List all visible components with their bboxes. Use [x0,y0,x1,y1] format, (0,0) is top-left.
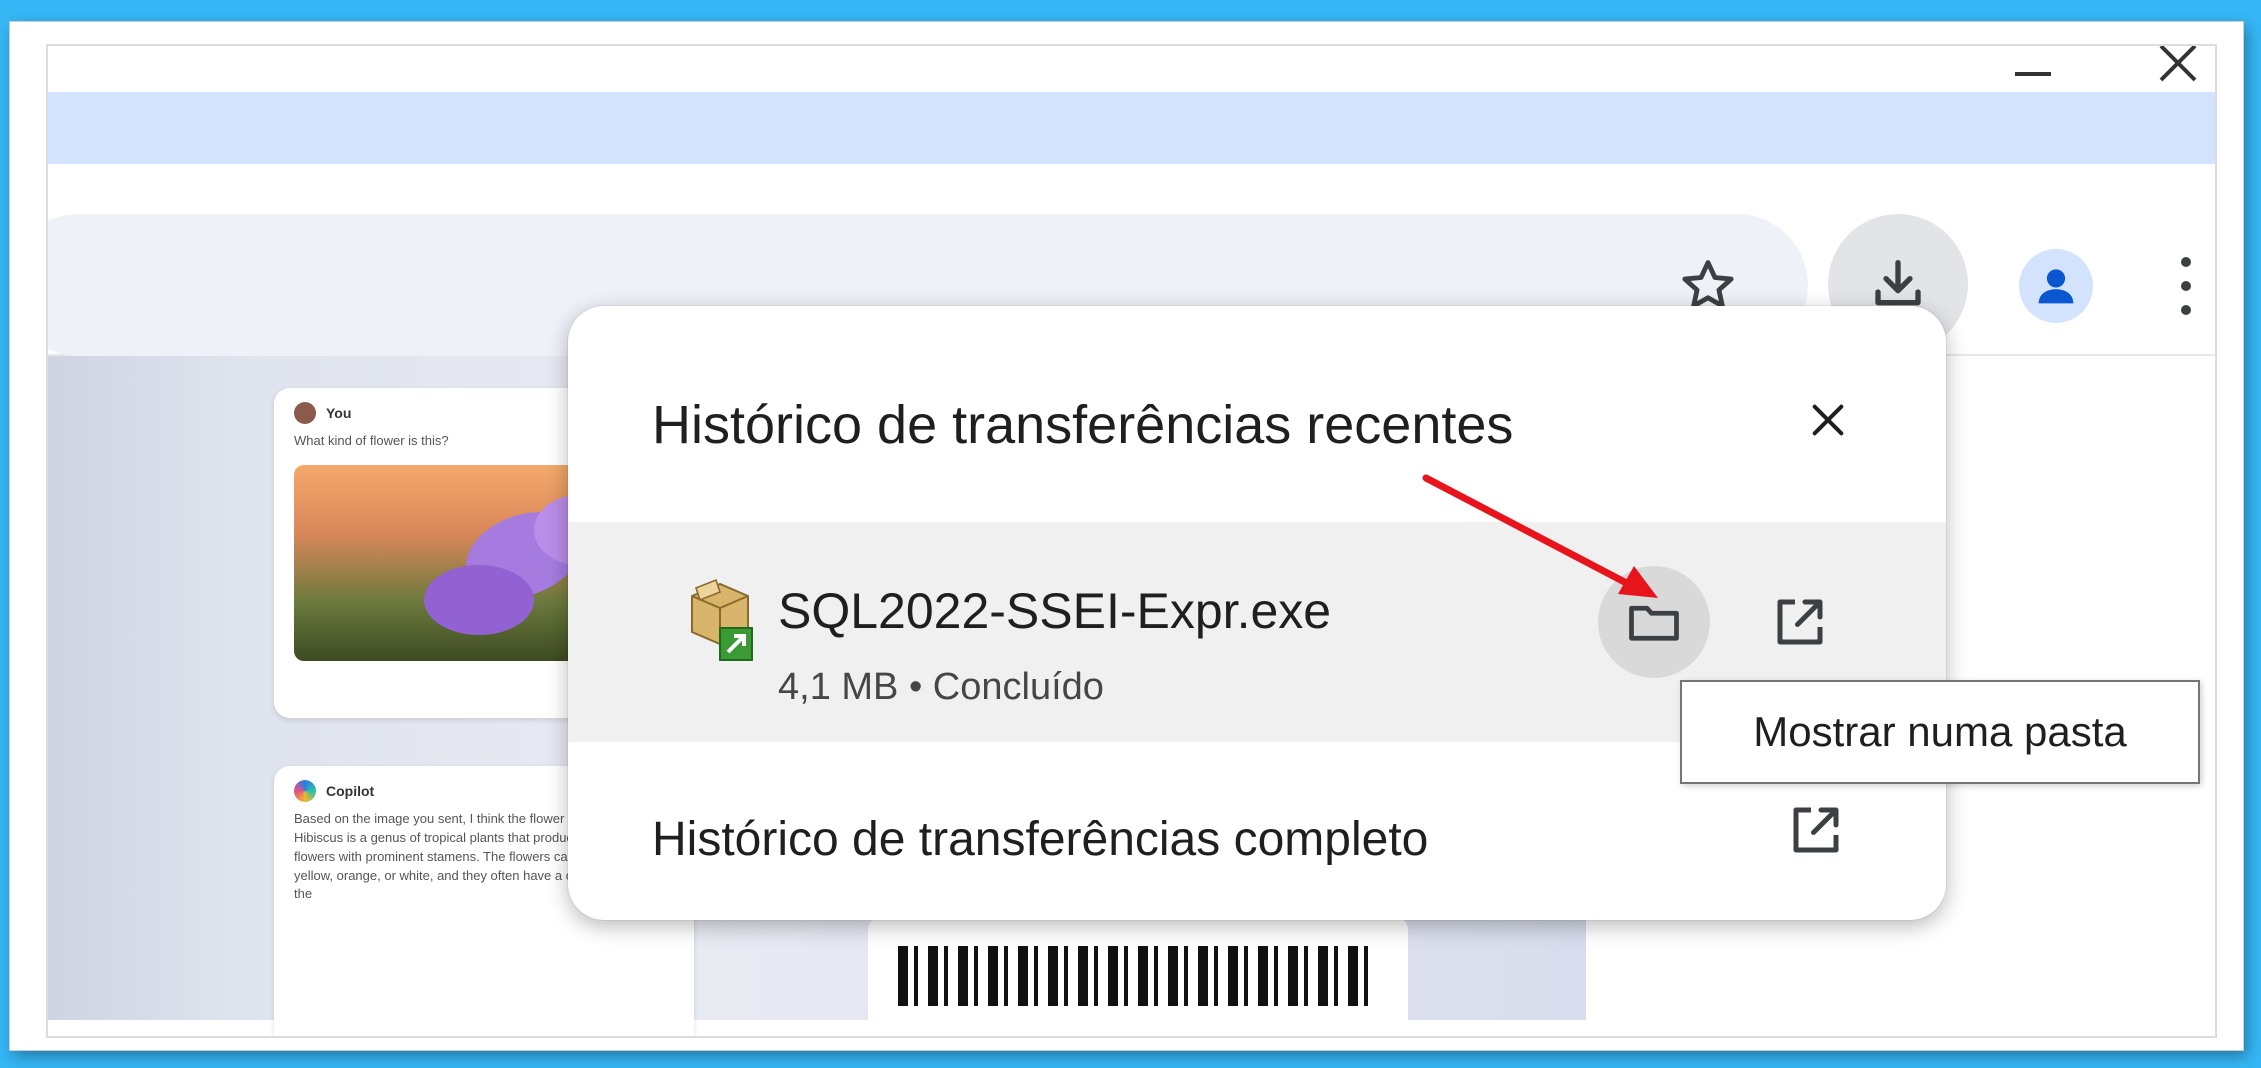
avatar [2019,249,2093,323]
download-status: 4,1 MB • Concluído [778,666,1104,708]
annotation-arrow-icon [1422,474,1658,598]
full-history-open-button[interactable] [1768,782,1864,878]
close-icon [1812,404,1844,436]
close-button[interactable] [1796,388,1860,452]
tab-strip [48,92,2215,164]
installer-file-icon [691,578,753,661]
minimize-icon[interactable] [2011,46,2055,86]
open-external-icon [1777,599,1823,645]
open-file-button[interactable] [1744,566,1856,678]
chat-author: Copilot [326,783,375,799]
copilot-icon [294,780,316,802]
profile-icon [2038,269,2074,304]
window-close-icon[interactable] [2155,46,2199,86]
more-vert-icon [2181,257,2191,315]
open-external-icon [1793,807,1839,853]
download-filename: SQL2022-SSEI-Expr.exe [778,583,1332,639]
qr-code [868,916,1408,1036]
downloads-popup: Histórico de transferências recentes SQL… [568,306,1946,920]
tooltip: Mostrar numa pasta [1680,680,2200,784]
avatar [294,402,316,424]
popup-title: Histórico de transferências recentes [652,395,1514,455]
profile-button[interactable] [1996,226,2116,346]
window-controls [1955,46,2215,92]
browser-menu-button[interactable] [2146,226,2215,346]
full-history-link[interactable]: Histórico de transferências completo [652,812,1428,867]
chat-author: You [326,405,352,421]
